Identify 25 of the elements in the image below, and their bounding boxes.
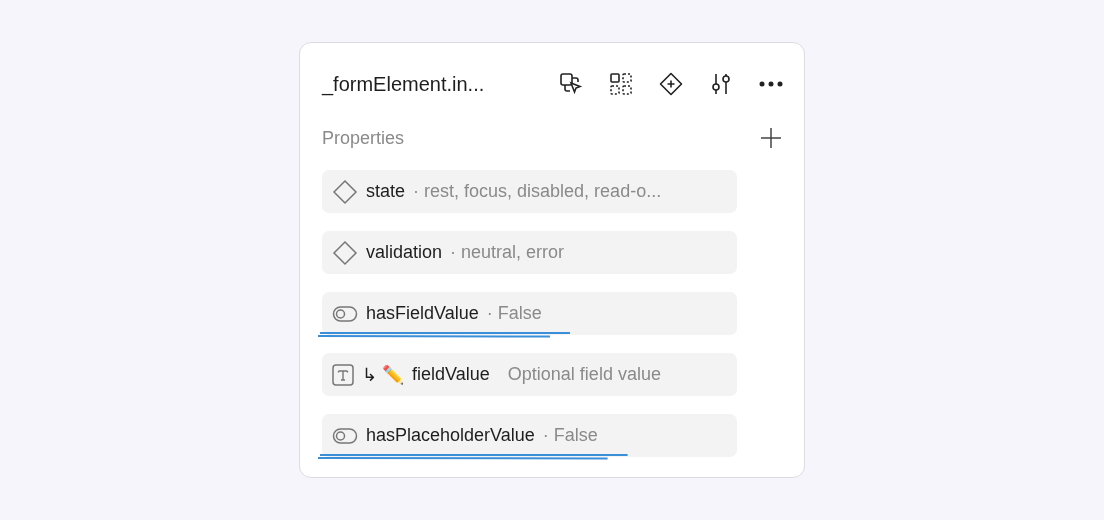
property-row[interactable]: state · rest, focus, disabled, read-o... bbox=[322, 170, 737, 213]
select-instances-icon[interactable] bbox=[558, 71, 584, 97]
section-heading: Properties bbox=[322, 127, 405, 149]
property-row[interactable]: ↳ ✏ fieldValue Optional field value bbox=[322, 353, 737, 396]
property-name: hasFieldValue bbox=[366, 303, 479, 324]
property-value: · False bbox=[542, 425, 598, 446]
toggle-icon bbox=[332, 304, 358, 323]
property-row[interactable]: validation · neutral, error bbox=[322, 231, 737, 274]
component-title: _formElement.in... bbox=[322, 72, 486, 96]
diamond-icon bbox=[332, 239, 358, 266]
dashed-grid-icon[interactable] bbox=[608, 71, 634, 97]
diamond-icon bbox=[332, 178, 358, 205]
property-value: Optional field value bbox=[507, 364, 661, 385]
diamond-plus-icon[interactable] bbox=[658, 71, 684, 97]
add-icon[interactable] bbox=[758, 125, 784, 151]
property-name: validation bbox=[366, 242, 443, 263]
property-name: fieldValue bbox=[412, 364, 490, 385]
text-icon bbox=[332, 363, 354, 386]
property-value: · neutral, error bbox=[450, 242, 565, 263]
property-value: · rest, focus, disabled, read-o... bbox=[413, 181, 662, 202]
toggle-icon bbox=[332, 426, 358, 445]
nested-prefix: ↳ ✏ bbox=[362, 363, 405, 386]
property-name: hasPlaceholderValue bbox=[366, 425, 535, 446]
property-value: · False bbox=[486, 303, 542, 324]
property-name: state bbox=[366, 181, 406, 202]
